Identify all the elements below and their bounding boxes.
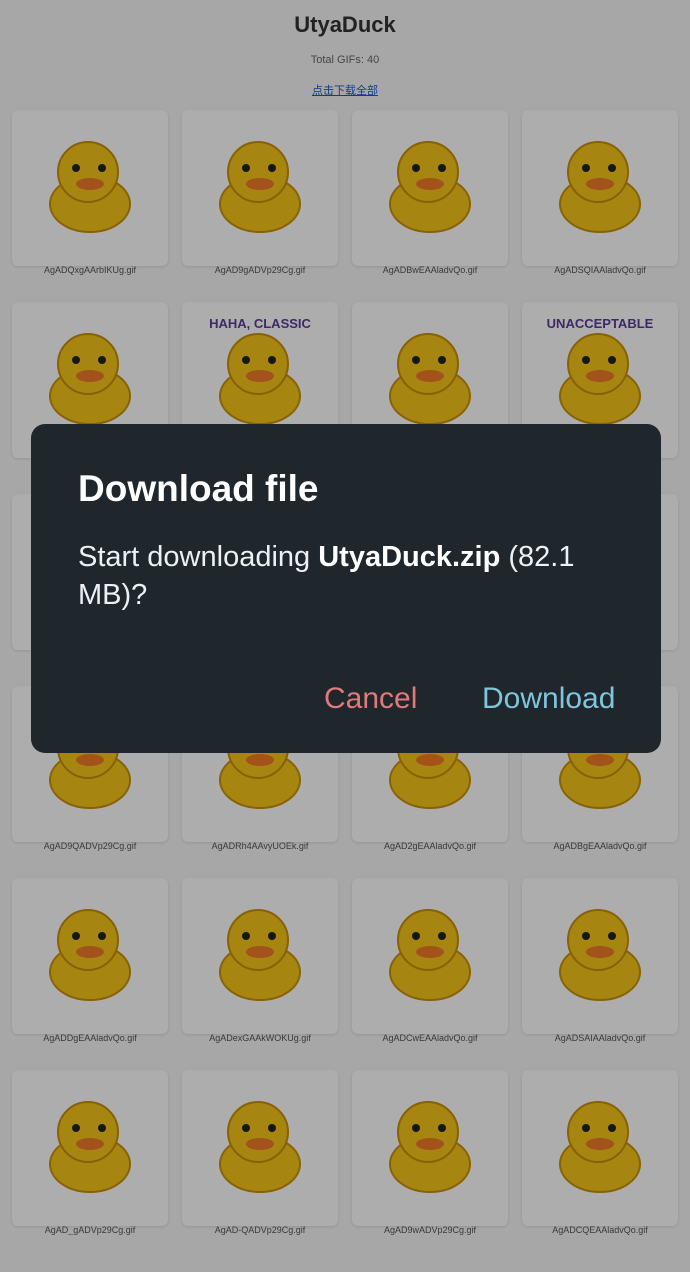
dialog-message: Start downloading UtyaDuck.zip (82.1 MB)…: [78, 538, 618, 614]
download-dialog: Download file Start downloading UtyaDuck…: [31, 424, 661, 753]
cancel-button[interactable]: Cancel: [324, 682, 417, 716]
download-button[interactable]: Download: [482, 682, 615, 716]
dialog-message-prefix: Start downloading: [78, 541, 319, 573]
dialog-title: Download file: [78, 468, 319, 509]
dialog-filename: UtyaDuck.zip: [318, 541, 501, 573]
